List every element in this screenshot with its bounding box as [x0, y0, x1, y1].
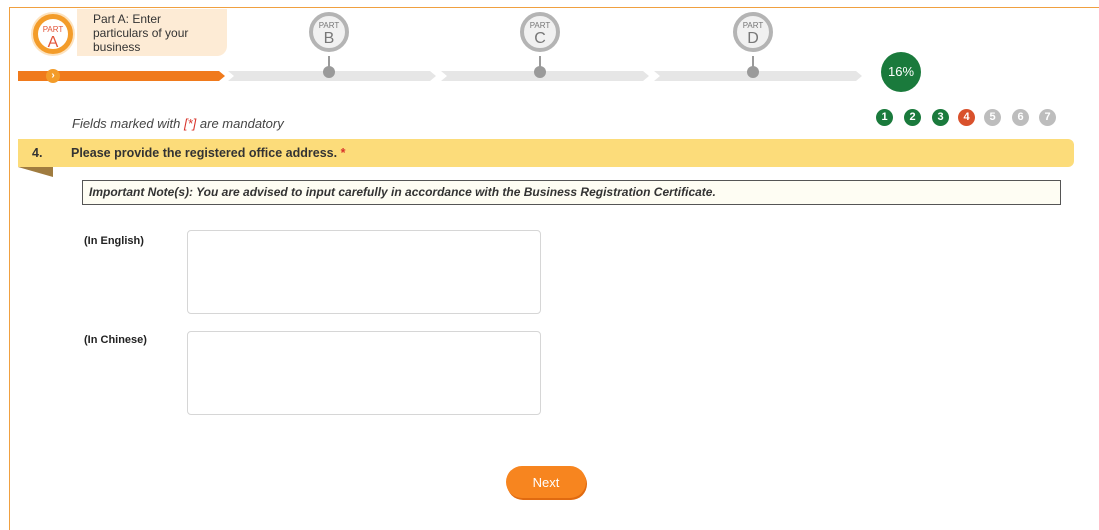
question-header: 4. Please provide the registered office … [18, 139, 1074, 167]
mandatory-note-prefix: Fields marked with [72, 116, 184, 131]
progress-percent-badge: 16% [881, 52, 921, 92]
question-number: 4. [32, 146, 43, 160]
important-note: Important Note(s): You are advised to in… [82, 180, 1061, 205]
step-dot-3[interactable]: 3 [932, 109, 949, 126]
chinese-address-label: (In Chinese) [84, 334, 147, 346]
mandatory-note: Fields marked with [*] are mandatory [72, 116, 284, 131]
chinese-address-input[interactable] [187, 331, 541, 415]
step-dot-4[interactable]: 4 [958, 109, 975, 126]
part-d-knob [747, 66, 759, 78]
chevron-right-icon: › [46, 69, 60, 83]
part-d-prefix: PART [742, 21, 764, 30]
part-b-indicator[interactable]: PART B [309, 12, 349, 52]
part-c-letter: C [534, 30, 546, 47]
part-a-caption: Part A: Enter particulars of your busine… [77, 9, 227, 56]
english-address-label: (In English) [84, 235, 144, 247]
part-b-prefix: PART [318, 21, 340, 30]
next-button[interactable]: Next [506, 466, 586, 498]
english-address-input[interactable] [187, 230, 541, 314]
question-label: Please provide the registered office add… [71, 146, 338, 160]
part-c-knob [534, 66, 546, 78]
part-c-prefix: PART [529, 21, 551, 30]
question-text: Please provide the registered office add… [71, 139, 345, 167]
part-a-indicator[interactable]: PART A [33, 14, 73, 54]
mandatory-note-suffix: are mandatory [196, 116, 284, 131]
part-d-indicator[interactable]: PART D [733, 12, 773, 52]
question-ribbon-fold [18, 167, 53, 177]
required-mark: * [340, 146, 346, 160]
part-b-knob [323, 66, 335, 78]
part-a-letter: A [47, 34, 59, 51]
step-dot-2[interactable]: 2 [904, 109, 921, 126]
form-frame [9, 7, 1099, 530]
step-dot-6[interactable]: 6 [1012, 109, 1029, 126]
step-dot-7[interactable]: 7 [1039, 109, 1056, 126]
mandatory-star: [*] [183, 116, 197, 131]
part-b-letter: B [323, 30, 335, 47]
part-c-indicator[interactable]: PART C [520, 12, 560, 52]
part-d-letter: D [747, 30, 759, 47]
step-dot-1[interactable]: 1 [876, 109, 893, 126]
step-dot-5[interactable]: 5 [984, 109, 1001, 126]
part-a-prefix: PART [42, 25, 64, 34]
